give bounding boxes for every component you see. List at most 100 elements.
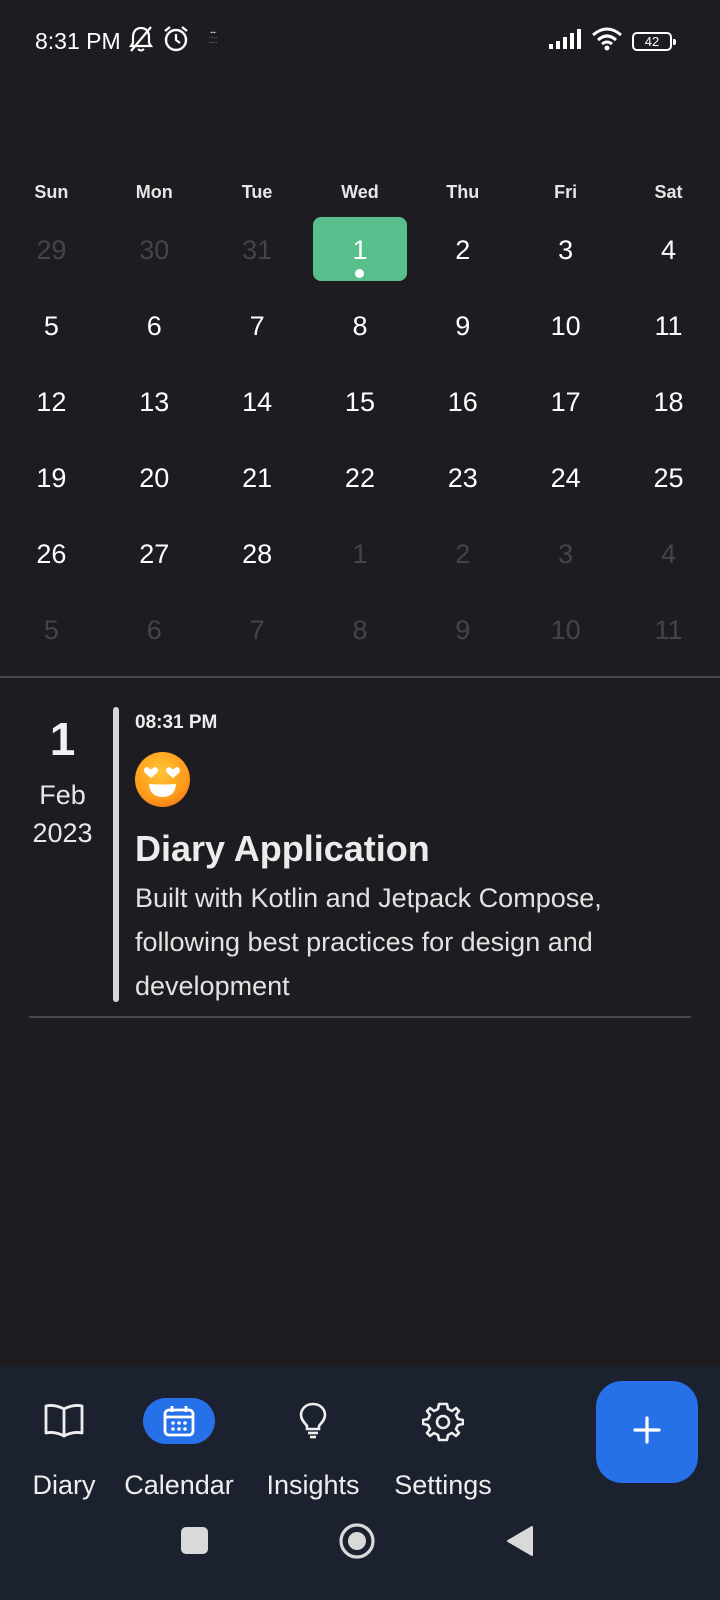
calendar-day[interactable]: 8: [309, 592, 412, 668]
day-number: 7: [249, 614, 265, 645]
weekday-label: Tue: [241, 182, 273, 202]
calendar-day[interactable]: 29: [0, 212, 103, 288]
day-number: 24: [550, 462, 581, 493]
weekday-label: Sun: [34, 182, 69, 202]
entry-divider: [29, 1016, 691, 1018]
smiling-face-with-heart-eyes-icon: [135, 752, 190, 807]
calendar-day[interactable]: 4: [617, 516, 720, 592]
calendar-day-selected[interactable]: 1: [309, 212, 412, 288]
day-number: 10: [550, 614, 581, 645]
gear-icon: [422, 1398, 464, 1444]
calendar-week: 19 20 21 22 23 24 25: [0, 440, 720, 516]
calendar-day[interactable]: 10: [514, 288, 617, 364]
calendar-divider: [0, 676, 720, 678]
nav-item-insights[interactable]: Insights: [252, 1366, 374, 1500]
nav-item-diary[interactable]: Diary: [22, 1366, 106, 1500]
day-number: 1: [352, 538, 368, 569]
nav-label: Diary: [32, 1470, 96, 1500]
day-number: 18: [653, 386, 684, 417]
back-icon[interactable]: [505, 1524, 535, 1563]
calendar-day[interactable]: 3: [514, 212, 617, 288]
calendar-day[interactable]: 7: [206, 592, 309, 668]
day-number: 20: [139, 462, 170, 493]
calendar-day[interactable]: 11: [617, 592, 720, 668]
calendar-day[interactable]: 30: [103, 212, 206, 288]
day-number: 10: [550, 310, 581, 341]
calendar-day[interactable]: 25: [617, 440, 720, 516]
entry-time: 08:31 PM: [135, 712, 218, 733]
calendar-day[interactable]: 15: [309, 364, 412, 440]
day-number: 1: [352, 234, 368, 265]
day-number: 19: [36, 462, 67, 493]
calendar-day[interactable]: 8: [309, 288, 412, 364]
entry-date-month: Feb: [39, 780, 86, 810]
book-icon: [43, 1398, 85, 1444]
calendar-day[interactable]: 20: [103, 440, 206, 516]
calendar-week: 26 27 28 1 2 3 4: [0, 516, 720, 592]
calendar-day[interactable]: 6: [103, 592, 206, 668]
calendar-day[interactable]: 14: [206, 364, 309, 440]
day-number: 26: [36, 538, 67, 569]
calendar-day[interactable]: 27: [103, 516, 206, 592]
calendar-day[interactable]: 4: [617, 212, 720, 288]
calendar-day[interactable]: 11: [617, 288, 720, 364]
calendar-day[interactable]: 6: [103, 288, 206, 364]
calendar-day[interactable]: 3: [514, 516, 617, 592]
day-number: 30: [139, 234, 170, 265]
calendar-day[interactable]: 26: [0, 516, 103, 592]
nav-item-calendar[interactable]: Calendar: [112, 1366, 246, 1500]
add-entry-button[interactable]: [596, 1381, 698, 1483]
day-number: 16: [447, 386, 478, 417]
calendar-day[interactable]: 1: [309, 516, 412, 592]
alarm-icon: [162, 24, 190, 59]
plus-icon: [632, 1415, 662, 1450]
day-number: 6: [146, 310, 162, 341]
notifications-off-icon: [128, 24, 154, 59]
calendar-day[interactable]: 9: [411, 592, 514, 668]
calendar-day[interactable]: 9: [411, 288, 514, 364]
nav-item-settings[interactable]: Settings: [380, 1366, 506, 1500]
status-time: 8:31 PM: [35, 28, 121, 54]
calendar-day[interactable]: 17: [514, 364, 617, 440]
calendar-week: 5 6 7 8 9 10 11: [0, 592, 720, 668]
calendar-day[interactable]: 5: [0, 288, 103, 364]
calendar-day[interactable]: 13: [103, 364, 206, 440]
calendar-day[interactable]: 19: [0, 440, 103, 516]
calendar-day[interactable]: 16: [411, 364, 514, 440]
calendar-day[interactable]: 24: [514, 440, 617, 516]
calendar-day[interactable]: 28: [206, 516, 309, 592]
calendar-day[interactable]: 5: [0, 592, 103, 668]
home-icon[interactable]: [338, 1522, 376, 1565]
calendar-day[interactable]: 2: [411, 212, 514, 288]
diary-entry-card[interactable]: 1 Feb 2023 08:31 PM Diary Application Bu…: [0, 700, 720, 1020]
calendar-day[interactable]: 12: [0, 364, 103, 440]
calendar-day[interactable]: 18: [617, 364, 720, 440]
day-number: 11: [654, 614, 683, 645]
day-number: 4: [660, 538, 676, 569]
nav-label: Calendar: [124, 1470, 234, 1500]
entry-body: Built with Kotlin and Jetpack Compose, f…: [135, 883, 602, 1001]
day-number: 3: [558, 538, 574, 569]
day-number: 14: [242, 386, 273, 417]
calendar-day[interactable]: 7: [206, 288, 309, 364]
weekday-label: Sat: [654, 182, 683, 202]
calendar-day[interactable]: 10: [514, 592, 617, 668]
calendar-day[interactable]: 21: [206, 440, 309, 516]
day-number: 29: [36, 234, 67, 265]
calendar-week: 5 6 7 8 9 10 11: [0, 288, 720, 364]
recents-icon[interactable]: [181, 1527, 208, 1554]
day-number: 8: [352, 310, 368, 341]
calendar-day[interactable]: 2: [411, 516, 514, 592]
calendar-day[interactable]: 31: [206, 212, 309, 288]
day-number: 31: [242, 234, 273, 265]
day-number: 23: [447, 462, 478, 493]
weekday-label: Thu: [446, 182, 480, 202]
wifi-icon: [591, 26, 623, 57]
calendar-day[interactable]: 22: [309, 440, 412, 516]
day-number: 9: [455, 310, 471, 341]
calendar-day[interactable]: 23: [411, 440, 514, 516]
day-number: 13: [139, 386, 170, 417]
day-number: 6: [146, 614, 162, 645]
status-bar: 8:31 PM ▪▪▪ ····· ····· 42: [0, 0, 720, 80]
day-number: 12: [36, 386, 67, 417]
